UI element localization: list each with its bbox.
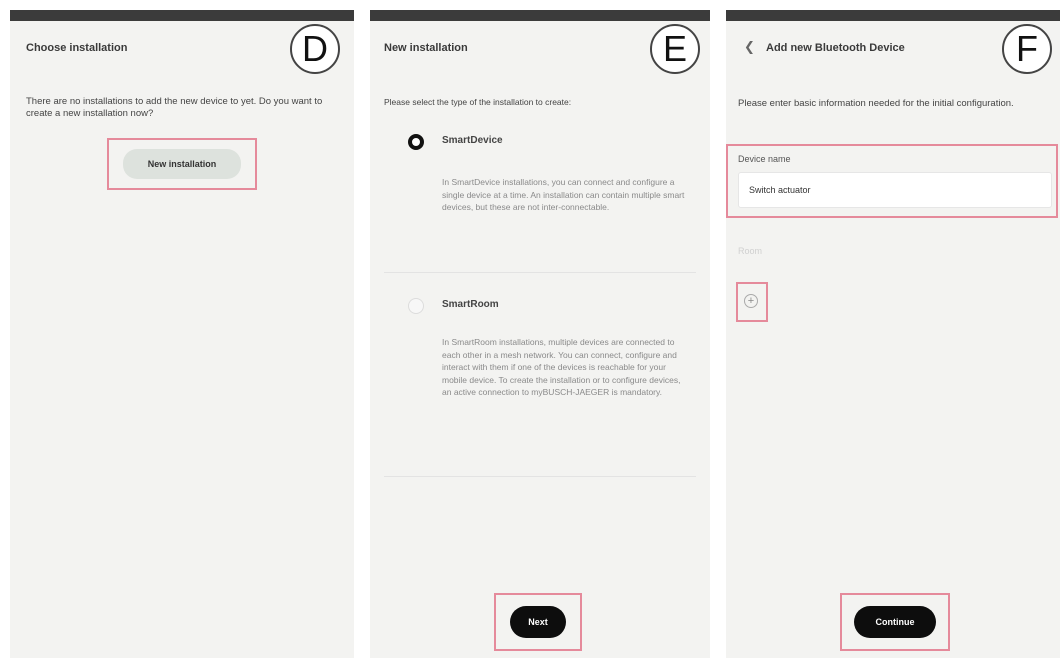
option-description: In SmartDevice installations, you can co… (442, 177, 685, 212)
step-badge: F (1002, 24, 1052, 74)
back-chevron-icon[interactable]: ❮ (744, 39, 755, 55)
divider (384, 476, 696, 477)
device-name-field[interactable]: Switch actuator (738, 172, 1052, 208)
page-title: New installation (384, 42, 468, 54)
status-bar (370, 10, 710, 21)
continue-button[interactable]: Continue (854, 606, 936, 638)
page-title: Choose installation (26, 42, 128, 54)
option-label: SmartRoom (442, 299, 499, 310)
page-title: Add new Bluetooth Device (766, 42, 905, 54)
device-name-label: Device name (738, 154, 791, 164)
status-bar (10, 10, 354, 21)
configuration-instruction: Please enter basic information needed fo… (738, 98, 1014, 109)
radio-smartdevice[interactable] (408, 134, 424, 150)
room-label: Room (738, 246, 763, 256)
screen-add-bluetooth-device: ❮ Add new Bluetooth Device F Please ente… (726, 10, 1060, 658)
step-badge: D (290, 24, 340, 74)
divider (384, 272, 696, 273)
screen-new-installation: New installation E Please select the typ… (370, 10, 710, 658)
radio-smartroom[interactable] (408, 298, 424, 314)
new-installation-button[interactable]: New installation (123, 149, 241, 179)
no-installations-message: There are no installations to add the ne… (26, 96, 323, 119)
installation-type-instruction: Please select the type of the installati… (384, 97, 572, 107)
option-label: SmartDevice (442, 135, 503, 146)
plus-circle-icon[interactable]: + (744, 294, 758, 308)
option-description: In SmartRoom installations, multiple dev… (442, 337, 681, 397)
next-button[interactable]: Next (510, 606, 566, 638)
screen-choose-installation: Choose installation D There are no insta… (10, 10, 354, 658)
status-bar (726, 10, 1060, 21)
step-badge: E (650, 24, 700, 74)
